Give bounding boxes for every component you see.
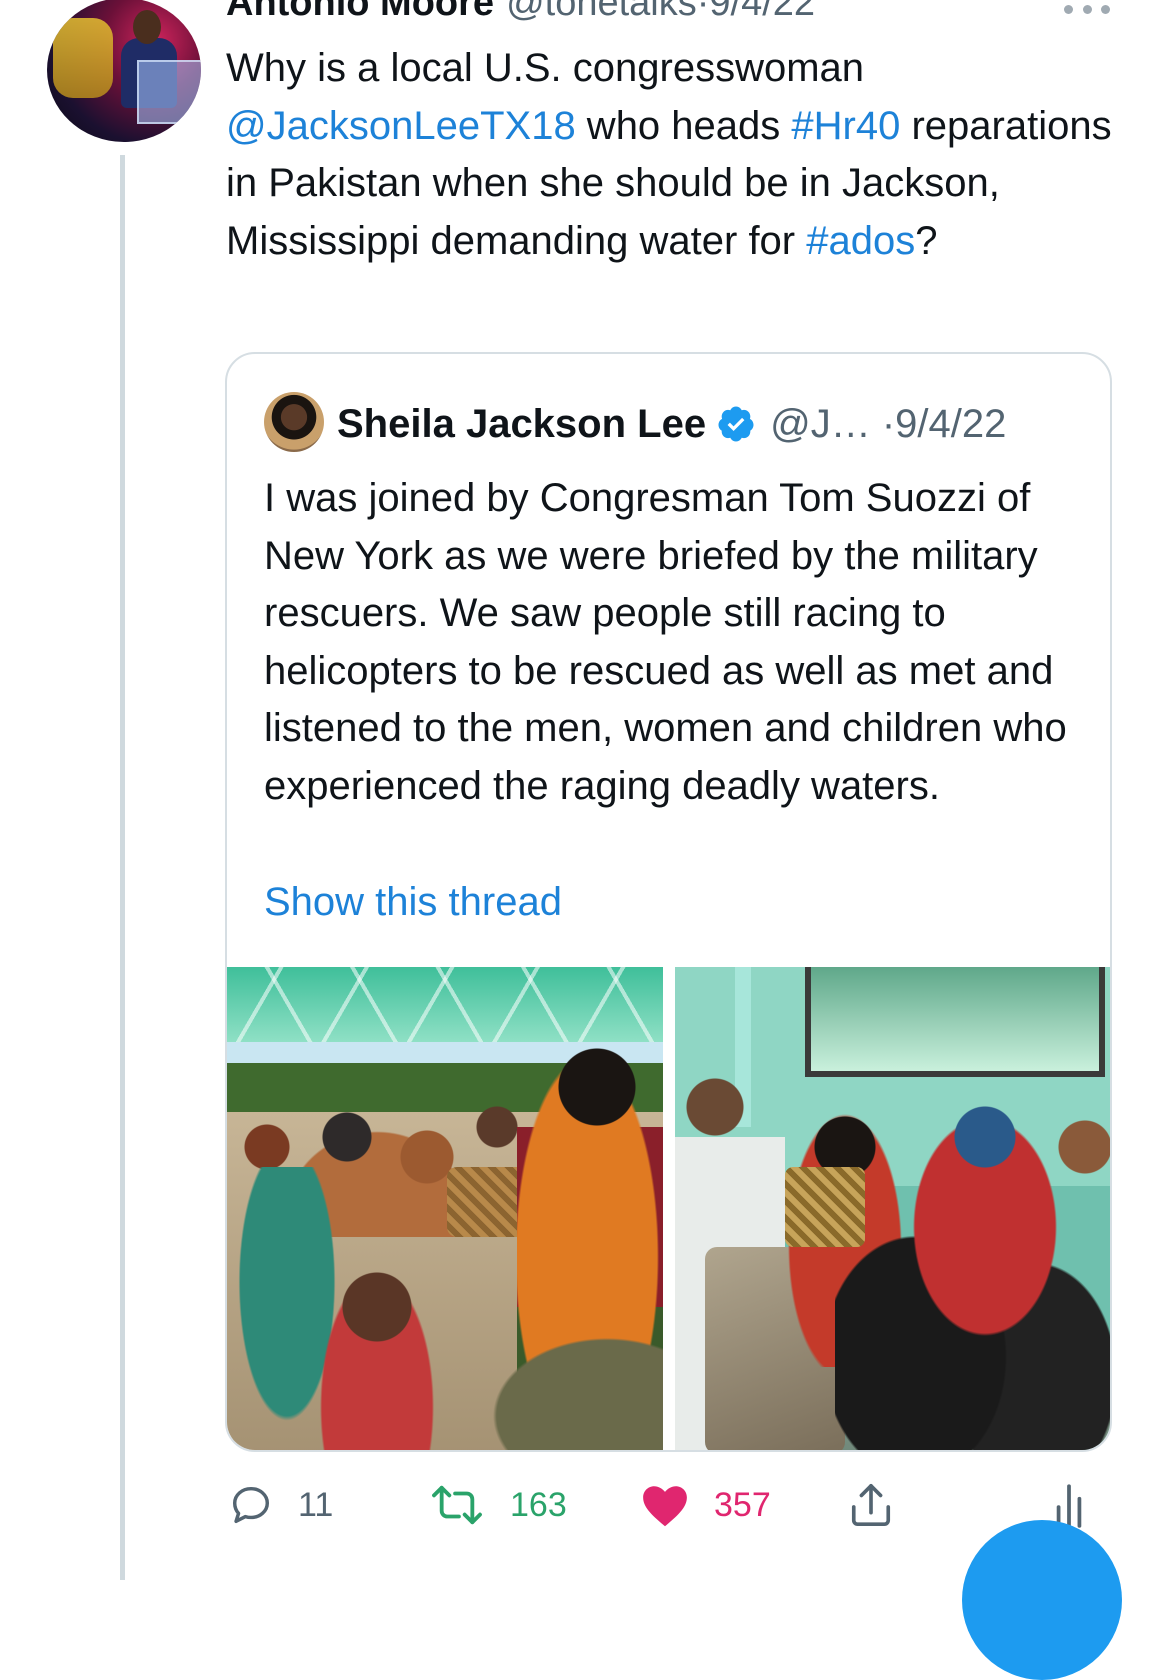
hashtag-hr40[interactable]: #Hr40	[791, 104, 900, 148]
share-button[interactable]	[848, 1470, 894, 1540]
verified-icon	[718, 406, 754, 442]
tweet-text: Why is a local U.S. congresswoman @Jacks…	[226, 46, 1112, 263]
quoted-author-name: Sheila Jackson Lee	[337, 401, 707, 446]
tweet-actions: 11 163 357	[0, 1470, 1170, 1540]
retweet-count: 163	[510, 1485, 567, 1524]
quoted-photo-2[interactable]	[675, 967, 1110, 1450]
more-icon[interactable]	[1064, 2, 1110, 16]
author-avatar[interactable]	[47, 0, 201, 142]
tweet-header: Antonio Moore @tonetalks·9/4/22	[226, 0, 815, 32]
quoted-tweet-header: Sheila Jackson Lee @J… ·9/4/22	[337, 394, 1006, 454]
quoted-tweet-date: 9/4/22	[895, 401, 1007, 446]
thread-line	[120, 155, 125, 1580]
like-button[interactable]: 357	[640, 1470, 771, 1540]
reply-button[interactable]: 11	[228, 1470, 333, 1540]
quoted-photo-1[interactable]	[227, 967, 663, 1450]
tweet-date[interactable]: 9/4/22	[709, 0, 815, 24]
reply-count: 11	[298, 1485, 334, 1524]
show-thread-link[interactable]: Show this thread	[264, 880, 562, 925]
quoted-author-handle: @J… ·9/4/22	[770, 401, 1007, 446]
hashtag-ados[interactable]: #ados	[806, 219, 915, 263]
like-icon	[643, 1486, 687, 1527]
retweet-button[interactable]: 163	[428, 1470, 567, 1540]
quoted-author-avatar	[264, 392, 324, 452]
author-handle[interactable]: @tonetalks·9/4/22	[506, 0, 815, 25]
share-icon	[851, 1484, 891, 1526]
like-count: 357	[714, 1485, 771, 1524]
retweet-icon	[432, 1485, 482, 1525]
quoted-tweet-card[interactable]: Sheila Jackson Lee @J… ·9/4/22 I was joi…	[225, 352, 1112, 1452]
author-name[interactable]: Antonio Moore	[226, 0, 494, 25]
reply-icon	[232, 1486, 270, 1524]
quoted-tweet-text: I was joined by Congresman Tom Suozzi of…	[264, 476, 1067, 808]
compose-fab[interactable]	[962, 1520, 1122, 1680]
mention-link[interactable]: @JacksonLeeTX18	[226, 104, 576, 148]
